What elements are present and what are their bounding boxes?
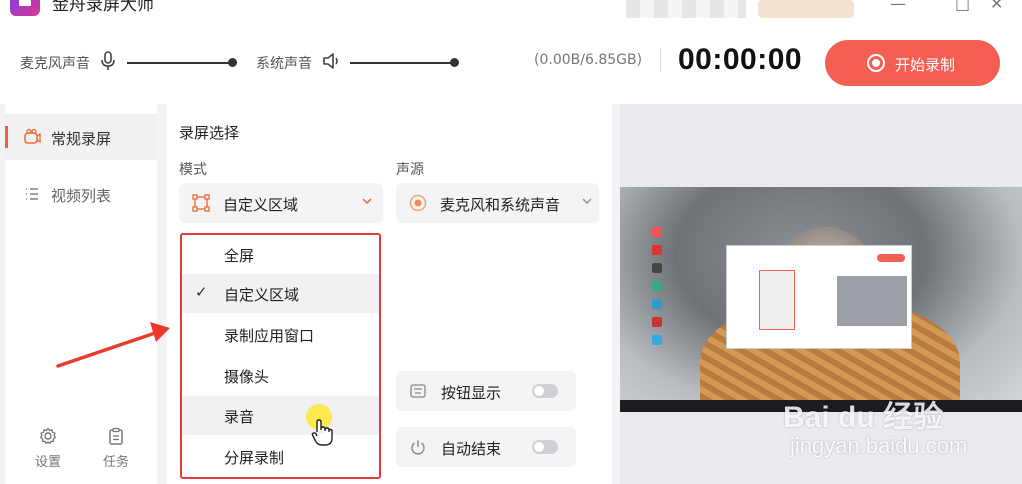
- start-recording-button[interactable]: 开始录制: [825, 40, 1000, 86]
- auto-stop-row: 自动结束: [396, 427, 576, 467]
- annotation-arrow: [56, 322, 170, 368]
- chevron-down-icon: [362, 198, 372, 205]
- record-icon: [867, 54, 885, 72]
- app-title: 金舟录屏大师: [52, 0, 154, 15]
- mode-label: 模式: [179, 162, 207, 178]
- mode-dropdown-menu: 全屏 ✓ 自定义区域 录制应用窗口 摄像头 录音 分屏录制: [180, 233, 381, 479]
- show-buttons-toggle[interactable]: [532, 384, 558, 398]
- section-title: 录屏选择: [179, 124, 240, 142]
- show-buttons-row: 按钮显示: [396, 371, 576, 411]
- app-logo-icon: [10, 0, 40, 16]
- sidebar-item-regular-recording[interactable]: 常规录屏: [5, 114, 157, 160]
- recording-timer: 00:00:00: [678, 43, 803, 76]
- mic-volume-slider[interactable]: [127, 62, 234, 64]
- mic-volume-label: 麦克风声音: [20, 56, 90, 72]
- close-button[interactable]: ✕: [990, 0, 1003, 13]
- sidebar-item-label: 视频列表: [51, 187, 112, 205]
- dropdown-option-custom-region[interactable]: ✓ 自定义区域: [182, 274, 379, 313]
- mini-record-button: [877, 254, 905, 262]
- audio-source-select[interactable]: 麦克风和系统声音: [396, 183, 599, 223]
- desktop-icons: [652, 227, 664, 353]
- speaker-icon[interactable]: [322, 52, 342, 70]
- option-label: 自定义区域: [224, 286, 300, 304]
- screen: 金舟录屏大师 — □ ✕ 麦克风声音 系统声音 (0.00B/6.85GB) 0…: [0, 0, 1022, 484]
- tasks-button[interactable]: 任务: [96, 427, 136, 477]
- blurred-region: [758, 0, 854, 18]
- settings-button[interactable]: 设置: [28, 427, 68, 477]
- system-volume-slider-handle[interactable]: [450, 58, 459, 67]
- sidebar-item-label: 常规录屏: [51, 130, 112, 148]
- option-label: 摄像头: [224, 368, 270, 386]
- dropdown-option-split-screen[interactable]: 分屏录制: [182, 437, 379, 476]
- chevron-down-icon: [582, 198, 592, 205]
- clipboard-icon: [109, 427, 123, 445]
- auto-stop-toggle[interactable]: [532, 440, 558, 454]
- maximize-button[interactable]: □: [955, 0, 970, 13]
- gear-icon: [39, 427, 57, 445]
- storage-usage: (0.00B/6.85GB): [534, 52, 643, 68]
- option-label: 分屏录制: [224, 449, 285, 467]
- desktop-preview-image: [620, 187, 1022, 412]
- settings-label: 设置: [34, 455, 61, 470]
- hand-cursor-icon: [311, 419, 333, 446]
- region-select-icon: [192, 194, 210, 212]
- active-indicator: [5, 126, 8, 148]
- option-label: 录音: [224, 408, 255, 426]
- tasks-label: 任务: [102, 455, 129, 470]
- mini-app-window: [726, 245, 912, 349]
- mini-dropdown: [759, 270, 795, 330]
- start-recording-label: 开始录制: [895, 56, 956, 74]
- dropdown-option-fullscreen[interactable]: 全屏: [182, 235, 379, 274]
- sidebar: 常规录屏 视频列表 设置 任务: [5, 104, 157, 484]
- source-label: 声源: [396, 162, 424, 178]
- divider: [660, 48, 661, 72]
- title-bar: 金舟录屏大师 — □ ✕: [0, 0, 1022, 18]
- dropdown-option-camera[interactable]: 摄像头: [182, 356, 379, 395]
- blurred-region: [626, 0, 746, 18]
- watermark-brand: Bai du 经验: [783, 401, 944, 434]
- mode-select-value: 自定义区域: [223, 196, 299, 214]
- watermark-url: jingyan.baidu.com: [790, 433, 968, 458]
- auto-stop-label: 自动结束: [441, 440, 502, 458]
- audio-source-icon: [409, 194, 427, 212]
- mini-preview: [837, 276, 907, 326]
- show-buttons-label: 按钮显示: [441, 384, 502, 402]
- keyboard-icon: [410, 384, 426, 398]
- power-icon: [411, 440, 425, 455]
- minimize-button[interactable]: —: [890, 0, 906, 13]
- microphone-icon[interactable]: [100, 51, 116, 71]
- checkmark-icon: ✓: [195, 283, 208, 301]
- camera-icon: [24, 128, 41, 144]
- system-volume-slider[interactable]: [350, 62, 456, 64]
- control-bar: 麦克风声音 系统声音 (0.00B/6.85GB) 00:00:00 开始录制: [0, 18, 1022, 104]
- mode-select[interactable]: 自定义区域: [179, 183, 383, 223]
- option-label: 录制应用窗口: [224, 327, 315, 345]
- list-icon: [26, 188, 38, 200]
- mic-volume-slider-handle[interactable]: [228, 58, 237, 67]
- dropdown-option-app-window[interactable]: 录制应用窗口: [182, 315, 379, 354]
- sidebar-item-video-list[interactable]: 视频列表: [5, 171, 157, 217]
- audio-source-value: 麦克风和系统声音: [440, 196, 561, 214]
- dropdown-option-audio[interactable]: 录音: [182, 396, 379, 435]
- option-label: 全屏: [224, 247, 255, 265]
- system-volume-label: 系统声音: [256, 56, 312, 72]
